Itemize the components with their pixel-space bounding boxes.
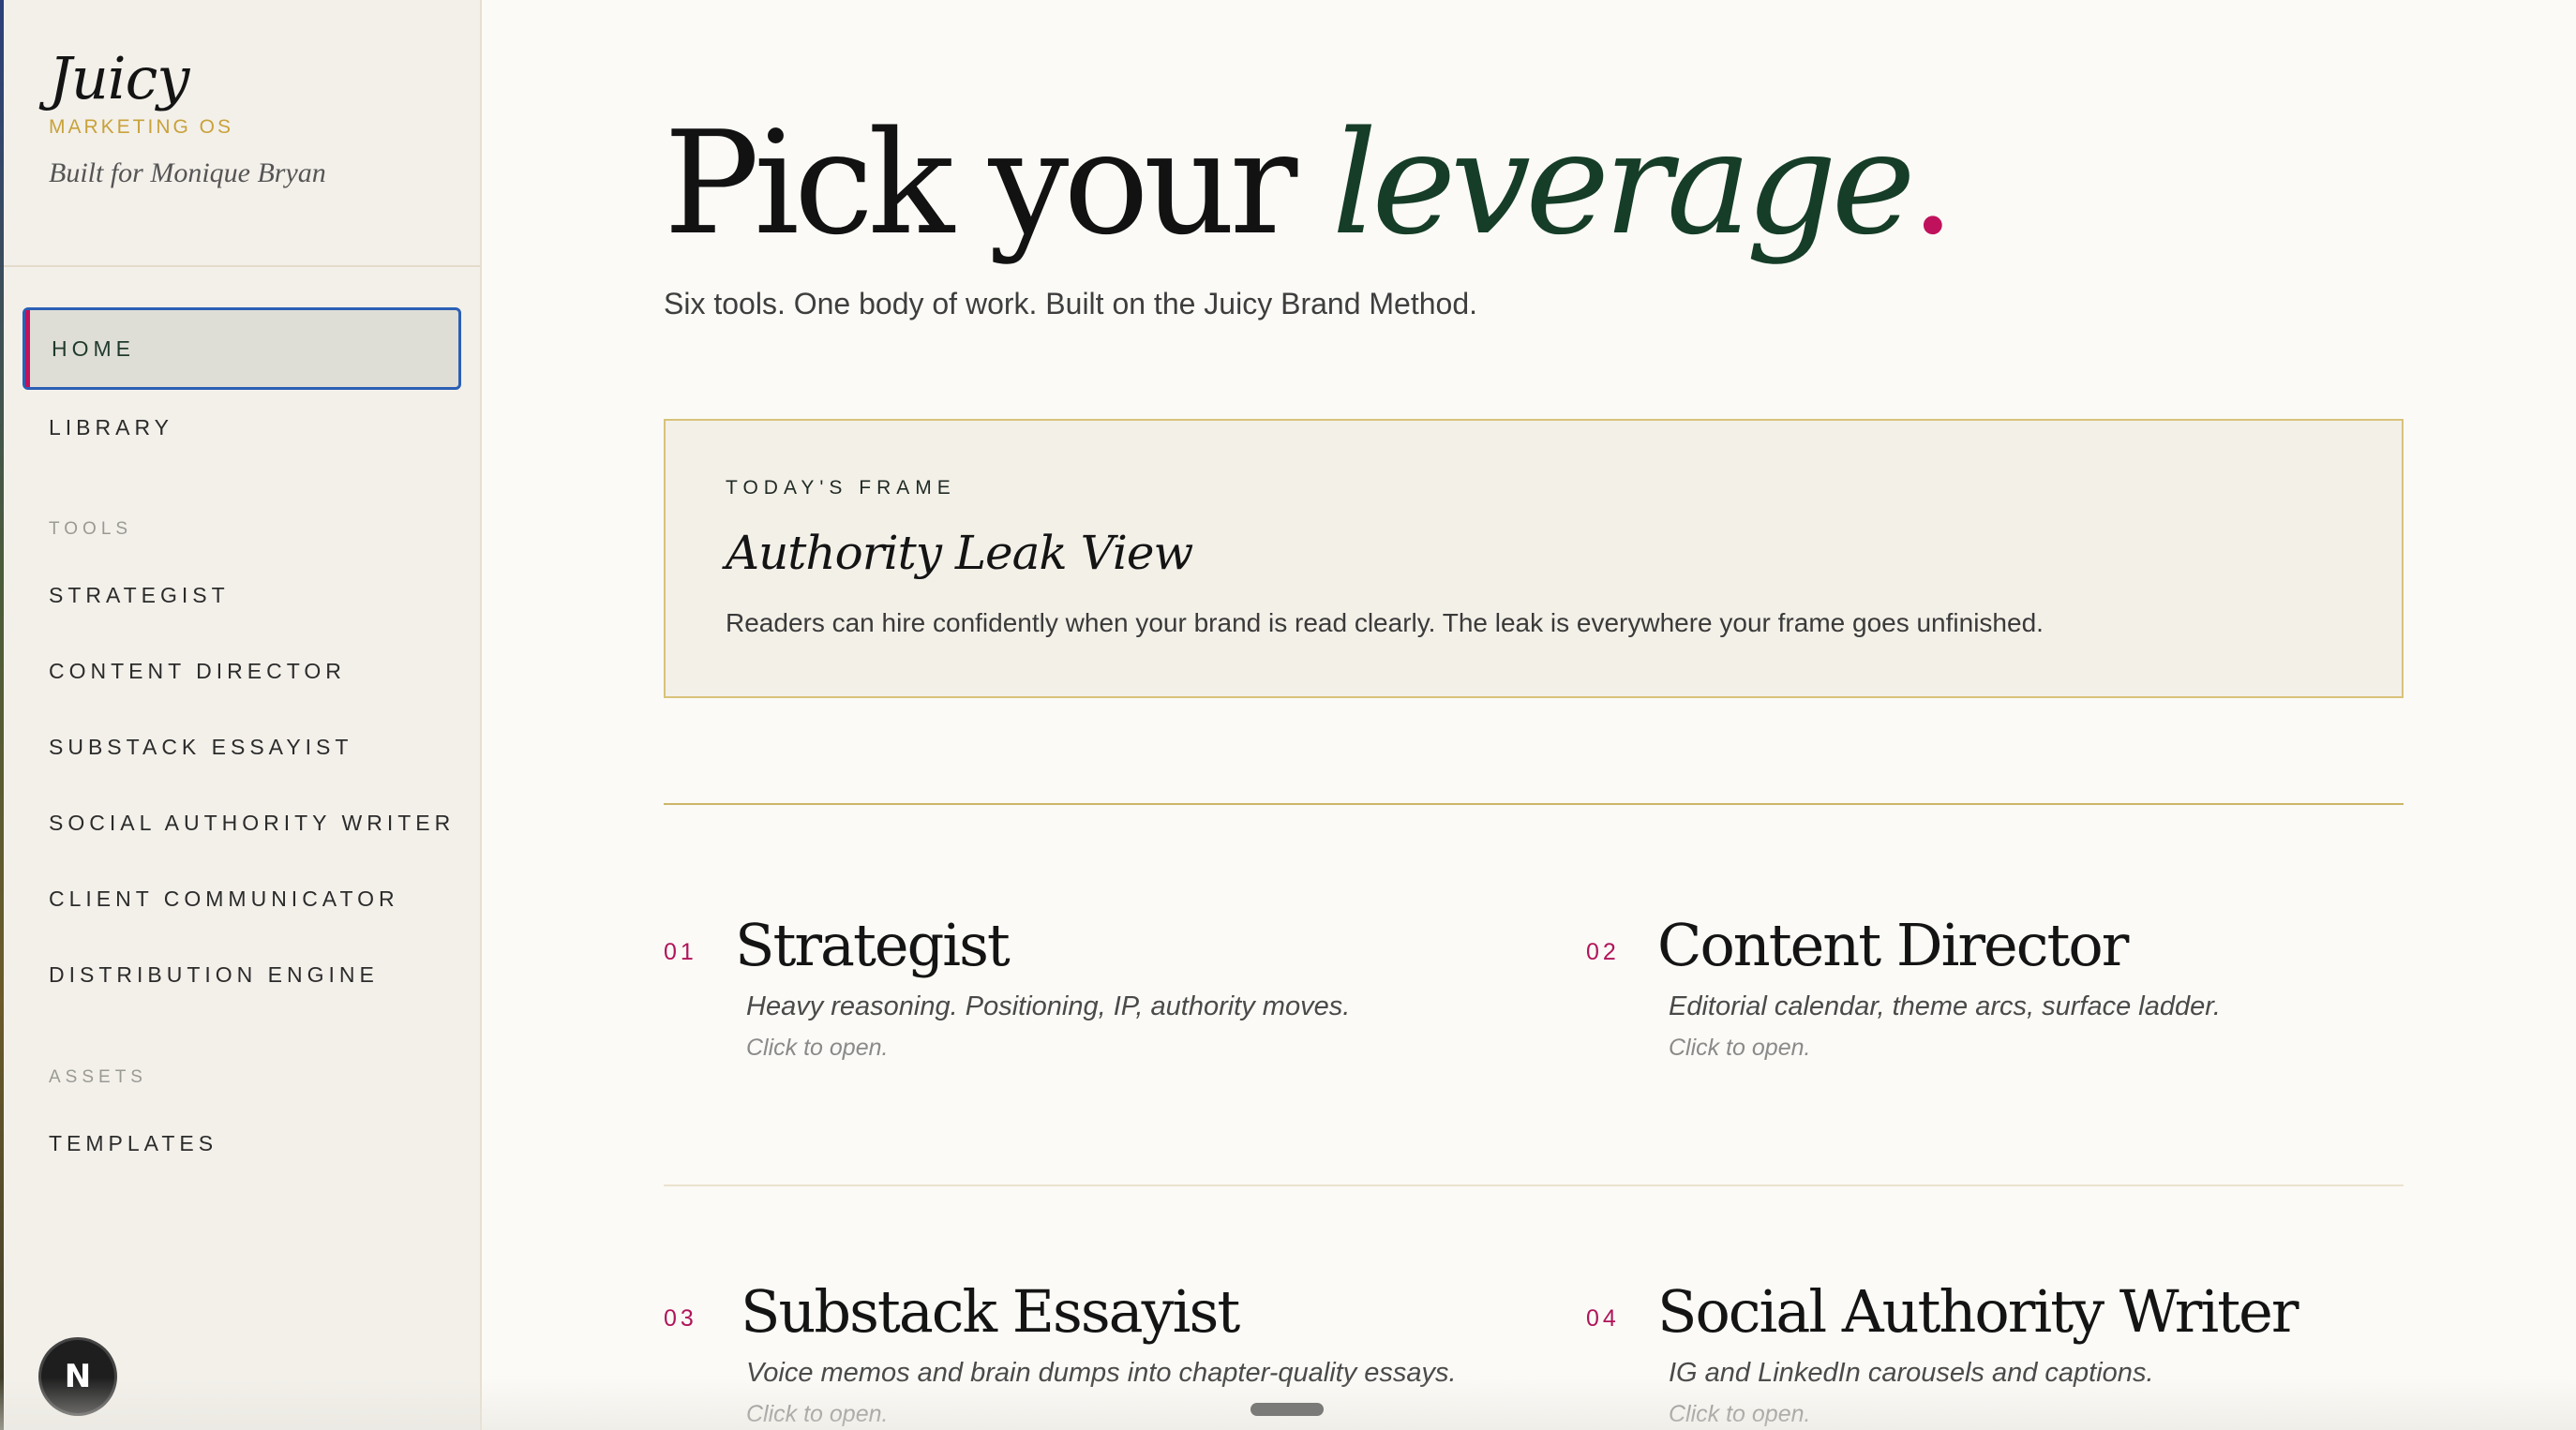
tool-cta: Click to open. [1669, 1035, 1811, 1061]
tool-name: Content Director [1657, 911, 2129, 979]
sidebar-item-client-communicator[interactable]: CLIENT COMMUNICATOR [49, 886, 399, 912]
tool-description: IG and LinkedIn carousels and captions. [1669, 1358, 2154, 1388]
sidebar: Juicy MARKETING OS Built for Monique Bry… [4, 0, 482, 1430]
tool-number: 03 [664, 1305, 697, 1332]
sidebar-item-home[interactable]: HOME [22, 307, 461, 390]
tool-number: 04 [1586, 1305, 1620, 1332]
frame-title: Authority Leak View [726, 526, 1193, 580]
sidebar-item-social-authority-writer[interactable]: SOCIAL AUTHORITY WRITER [49, 811, 455, 836]
tool-card-social-authority-writer[interactable]: 04 Social Authority Writer IG and Linked… [1586, 1277, 2404, 1430]
brand-subtitle: MARKETING OS [49, 116, 234, 138]
tool-card-content-director[interactable]: 02 Content Director Editorial calendar, … [1586, 911, 2404, 1080]
scroll-handle[interactable] [1251, 1403, 1324, 1416]
app-window: Juicy MARKETING OS Built for Monique Bry… [0, 0, 2576, 1430]
sidebar-item-templates[interactable]: TEMPLATES [49, 1131, 217, 1156]
page-title-dot: . [1910, 100, 1955, 266]
brand-logo[interactable]: Juicy [49, 41, 326, 116]
dev-tools-badge-icon[interactable]: N [41, 1340, 114, 1413]
page-title-lead: Pick your [664, 100, 1332, 266]
sidebar-item-label: HOME [52, 336, 135, 361]
todays-frame-card: TODAY'S FRAME Authority Leak View Reader… [664, 419, 2404, 698]
section-divider [664, 803, 2404, 805]
row-divider [664, 1184, 2404, 1186]
tool-card-substack-essayist[interactable]: 03 Substack Essayist Voice memos and bra… [664, 1277, 1507, 1430]
frame-text: Readers can hire confidently when your b… [726, 608, 2044, 637]
sidebar-item-substack-essayist[interactable]: SUBSTACK ESSAYIST [49, 735, 352, 760]
sidebar-item-strategist[interactable]: STRATEGIST [49, 583, 230, 608]
tool-description: Voice memos and brain dumps into chapter… [746, 1358, 1457, 1388]
tool-card-strategist[interactable]: 01 Strategist Heavy reasoning. Positioni… [664, 911, 1507, 1080]
tool-number: 01 [664, 939, 697, 965]
tool-cta: Click to open. [1669, 1401, 1811, 1427]
sidebar-item-content-director[interactable]: CONTENT DIRECTOR [49, 659, 346, 684]
tool-description: Editorial calendar, theme arcs, surface … [1669, 991, 2221, 1021]
page-subtitle: Six tools. One body of work. Built on th… [664, 287, 1477, 320]
page-title: Pick your leverage. [664, 105, 1955, 262]
sidebar-item-library[interactable]: LIBRARY [49, 415, 173, 440]
tool-name: Social Authority Writer [1657, 1277, 2299, 1346]
main-content: Pick your leverage. Six tools. One body … [482, 0, 2576, 1430]
page-title-accent: leverage [1331, 100, 1916, 266]
sidebar-section-tools: TOOLS [49, 519, 133, 539]
brand-block: Juicy MARKETING OS Built for Monique Bry… [49, 41, 326, 189]
tool-cta: Click to open. [746, 1035, 889, 1061]
frame-kicker: TODAY'S FRAME [726, 477, 956, 499]
brand-built-for: Built for Monique Bryan [49, 157, 326, 188]
sidebar-divider [4, 265, 480, 267]
sidebar-item-distribution-engine[interactable]: DISTRIBUTION ENGINE [49, 962, 379, 988]
tool-name: Strategist [735, 911, 1011, 979]
tool-number: 02 [1586, 939, 1620, 965]
tool-description: Heavy reasoning. Positioning, IP, author… [746, 991, 1351, 1021]
active-indicator [25, 310, 30, 387]
tool-name: Substack Essayist [741, 1277, 1240, 1346]
sidebar-section-assets: ASSETS [49, 1067, 147, 1087]
tool-cta: Click to open. [746, 1401, 889, 1427]
